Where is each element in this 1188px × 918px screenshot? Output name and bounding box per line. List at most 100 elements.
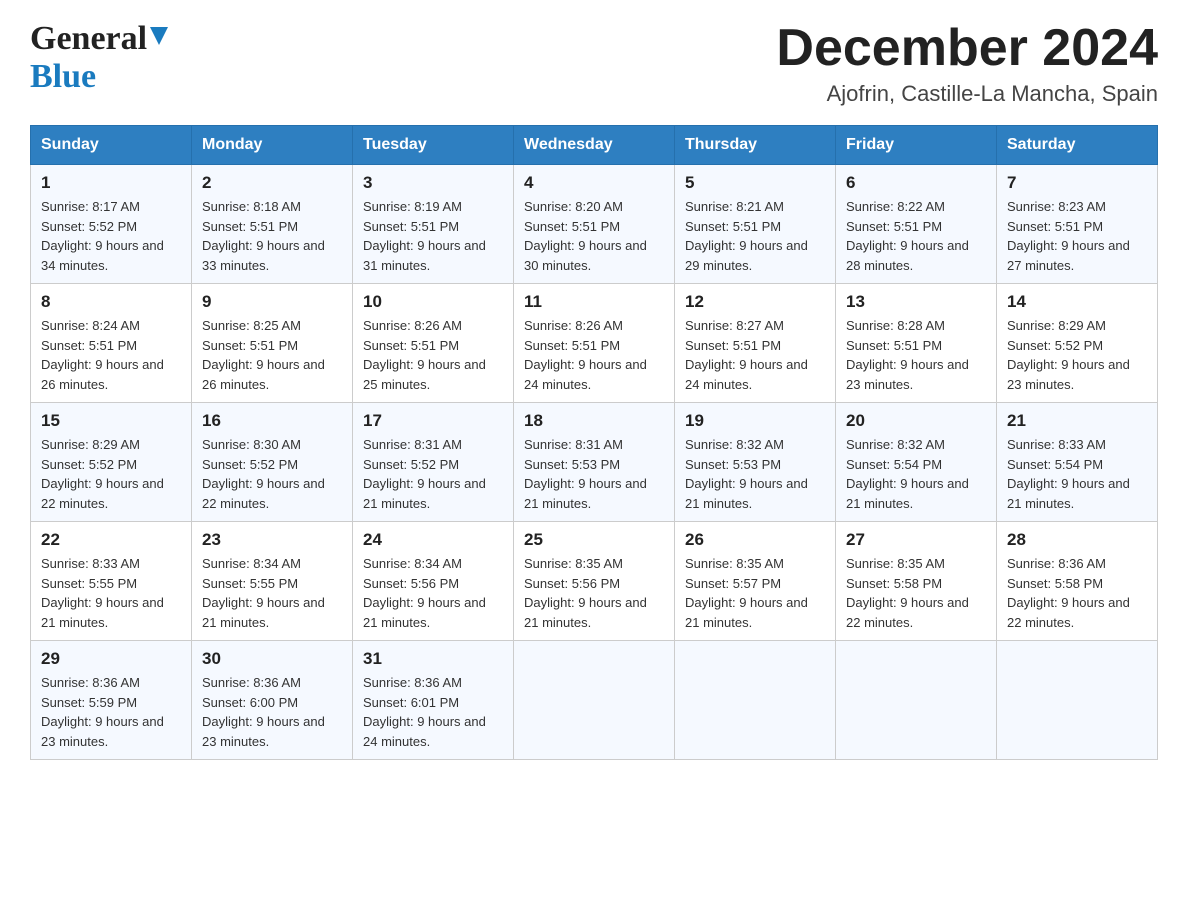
calendar-cell: 27 Sunrise: 8:35 AMSunset: 5:58 PMDaylig… xyxy=(836,522,997,641)
day-info: Sunrise: 8:36 AMSunset: 5:59 PMDaylight:… xyxy=(41,675,164,749)
day-info: Sunrise: 8:36 AMSunset: 6:00 PMDaylight:… xyxy=(202,675,325,749)
day-info: Sunrise: 8:28 AMSunset: 5:51 PMDaylight:… xyxy=(846,318,969,392)
day-info: Sunrise: 8:18 AMSunset: 5:51 PMDaylight:… xyxy=(202,199,325,273)
day-info: Sunrise: 8:25 AMSunset: 5:51 PMDaylight:… xyxy=(202,318,325,392)
day-number: 29 xyxy=(41,649,181,669)
day-number: 6 xyxy=(846,173,986,193)
calendar-week-row: 22 Sunrise: 8:33 AMSunset: 5:55 PMDaylig… xyxy=(31,522,1158,641)
day-number: 26 xyxy=(685,530,825,550)
calendar-cell: 31 Sunrise: 8:36 AMSunset: 6:01 PMDaylig… xyxy=(353,641,514,760)
day-info: Sunrise: 8:17 AMSunset: 5:52 PMDaylight:… xyxy=(41,199,164,273)
calendar-cell: 5 Sunrise: 8:21 AMSunset: 5:51 PMDayligh… xyxy=(675,165,836,284)
month-title: December 2024 xyxy=(776,20,1158,77)
day-info: Sunrise: 8:33 AMSunset: 5:54 PMDaylight:… xyxy=(1007,437,1130,511)
day-number: 30 xyxy=(202,649,342,669)
calendar-week-row: 1 Sunrise: 8:17 AMSunset: 5:52 PMDayligh… xyxy=(31,165,1158,284)
day-number: 24 xyxy=(363,530,503,550)
day-number: 23 xyxy=(202,530,342,550)
calendar-table: SundayMondayTuesdayWednesdayThursdayFrid… xyxy=(30,125,1158,760)
day-number: 12 xyxy=(685,292,825,312)
calendar-week-row: 8 Sunrise: 8:24 AMSunset: 5:51 PMDayligh… xyxy=(31,284,1158,403)
day-info: Sunrise: 8:34 AMSunset: 5:55 PMDaylight:… xyxy=(202,556,325,630)
day-number: 15 xyxy=(41,411,181,431)
weekday-header-row: SundayMondayTuesdayWednesdayThursdayFrid… xyxy=(31,126,1158,165)
calendar-cell: 12 Sunrise: 8:27 AMSunset: 5:51 PMDaylig… xyxy=(675,284,836,403)
calendar-cell: 24 Sunrise: 8:34 AMSunset: 5:56 PMDaylig… xyxy=(353,522,514,641)
day-number: 21 xyxy=(1007,411,1147,431)
calendar-cell: 6 Sunrise: 8:22 AMSunset: 5:51 PMDayligh… xyxy=(836,165,997,284)
day-info: Sunrise: 8:35 AMSunset: 5:56 PMDaylight:… xyxy=(524,556,647,630)
calendar-cell: 15 Sunrise: 8:29 AMSunset: 5:52 PMDaylig… xyxy=(31,403,192,522)
day-info: Sunrise: 8:26 AMSunset: 5:51 PMDaylight:… xyxy=(363,318,486,392)
weekday-header-saturday: Saturday xyxy=(997,126,1158,165)
calendar-cell: 1 Sunrise: 8:17 AMSunset: 5:52 PMDayligh… xyxy=(31,165,192,284)
day-number: 16 xyxy=(202,411,342,431)
day-info: Sunrise: 8:35 AMSunset: 5:58 PMDaylight:… xyxy=(846,556,969,630)
day-info: Sunrise: 8:20 AMSunset: 5:51 PMDaylight:… xyxy=(524,199,647,273)
day-number: 13 xyxy=(846,292,986,312)
day-info: Sunrise: 8:32 AMSunset: 5:53 PMDaylight:… xyxy=(685,437,808,511)
calendar-cell: 29 Sunrise: 8:36 AMSunset: 5:59 PMDaylig… xyxy=(31,641,192,760)
day-number: 19 xyxy=(685,411,825,431)
calendar-cell: 10 Sunrise: 8:26 AMSunset: 5:51 PMDaylig… xyxy=(353,284,514,403)
day-info: Sunrise: 8:24 AMSunset: 5:51 PMDaylight:… xyxy=(41,318,164,392)
calendar-cell: 4 Sunrise: 8:20 AMSunset: 5:51 PMDayligh… xyxy=(514,165,675,284)
weekday-header-friday: Friday xyxy=(836,126,997,165)
day-number: 9 xyxy=(202,292,342,312)
day-info: Sunrise: 8:31 AMSunset: 5:53 PMDaylight:… xyxy=(524,437,647,511)
calendar-cell: 17 Sunrise: 8:31 AMSunset: 5:52 PMDaylig… xyxy=(353,403,514,522)
day-number: 2 xyxy=(202,173,342,193)
calendar-cell: 8 Sunrise: 8:24 AMSunset: 5:51 PMDayligh… xyxy=(31,284,192,403)
day-info: Sunrise: 8:31 AMSunset: 5:52 PMDaylight:… xyxy=(363,437,486,511)
calendar-cell: 13 Sunrise: 8:28 AMSunset: 5:51 PMDaylig… xyxy=(836,284,997,403)
day-info: Sunrise: 8:34 AMSunset: 5:56 PMDaylight:… xyxy=(363,556,486,630)
day-info: Sunrise: 8:30 AMSunset: 5:52 PMDaylight:… xyxy=(202,437,325,511)
day-number: 14 xyxy=(1007,292,1147,312)
day-info: Sunrise: 8:33 AMSunset: 5:55 PMDaylight:… xyxy=(41,556,164,630)
calendar-cell: 20 Sunrise: 8:32 AMSunset: 5:54 PMDaylig… xyxy=(836,403,997,522)
day-number: 11 xyxy=(524,292,664,312)
day-info: Sunrise: 8:36 AMSunset: 6:01 PMDaylight:… xyxy=(363,675,486,749)
calendar-cell: 14 Sunrise: 8:29 AMSunset: 5:52 PMDaylig… xyxy=(997,284,1158,403)
calendar-cell xyxy=(836,641,997,760)
calendar-cell: 19 Sunrise: 8:32 AMSunset: 5:53 PMDaylig… xyxy=(675,403,836,522)
location-title: Ajofrin, Castille-La Mancha, Spain xyxy=(776,81,1158,107)
calendar-cell: 23 Sunrise: 8:34 AMSunset: 5:55 PMDaylig… xyxy=(192,522,353,641)
calendar-cell: 18 Sunrise: 8:31 AMSunset: 5:53 PMDaylig… xyxy=(514,403,675,522)
title-area: December 2024 Ajofrin, Castille-La Manch… xyxy=(776,20,1158,107)
logo-general-text: General xyxy=(30,20,147,58)
day-info: Sunrise: 8:29 AMSunset: 5:52 PMDaylight:… xyxy=(1007,318,1130,392)
calendar-cell: 28 Sunrise: 8:36 AMSunset: 5:58 PMDaylig… xyxy=(997,522,1158,641)
day-info: Sunrise: 8:26 AMSunset: 5:51 PMDaylight:… xyxy=(524,318,647,392)
calendar-cell: 22 Sunrise: 8:33 AMSunset: 5:55 PMDaylig… xyxy=(31,522,192,641)
calendar-cell xyxy=(997,641,1158,760)
day-number: 31 xyxy=(363,649,503,669)
calendar-cell: 11 Sunrise: 8:26 AMSunset: 5:51 PMDaylig… xyxy=(514,284,675,403)
day-number: 7 xyxy=(1007,173,1147,193)
day-info: Sunrise: 8:36 AMSunset: 5:58 PMDaylight:… xyxy=(1007,556,1130,630)
calendar-cell: 16 Sunrise: 8:30 AMSunset: 5:52 PMDaylig… xyxy=(192,403,353,522)
day-number: 3 xyxy=(363,173,503,193)
calendar-week-row: 29 Sunrise: 8:36 AMSunset: 5:59 PMDaylig… xyxy=(31,641,1158,760)
calendar-cell: 2 Sunrise: 8:18 AMSunset: 5:51 PMDayligh… xyxy=(192,165,353,284)
weekday-header-thursday: Thursday xyxy=(675,126,836,165)
day-info: Sunrise: 8:19 AMSunset: 5:51 PMDaylight:… xyxy=(363,199,486,273)
day-info: Sunrise: 8:32 AMSunset: 5:54 PMDaylight:… xyxy=(846,437,969,511)
day-number: 10 xyxy=(363,292,503,312)
weekday-header-monday: Monday xyxy=(192,126,353,165)
day-number: 5 xyxy=(685,173,825,193)
calendar-cell: 25 Sunrise: 8:35 AMSunset: 5:56 PMDaylig… xyxy=(514,522,675,641)
day-info: Sunrise: 8:23 AMSunset: 5:51 PMDaylight:… xyxy=(1007,199,1130,273)
day-info: Sunrise: 8:29 AMSunset: 5:52 PMDaylight:… xyxy=(41,437,164,511)
calendar-cell: 21 Sunrise: 8:33 AMSunset: 5:54 PMDaylig… xyxy=(997,403,1158,522)
weekday-header-tuesday: Tuesday xyxy=(353,126,514,165)
day-number: 20 xyxy=(846,411,986,431)
day-number: 27 xyxy=(846,530,986,550)
weekday-header-wednesday: Wednesday xyxy=(514,126,675,165)
calendar-cell: 7 Sunrise: 8:23 AMSunset: 5:51 PMDayligh… xyxy=(997,165,1158,284)
calendar-cell: 9 Sunrise: 8:25 AMSunset: 5:51 PMDayligh… xyxy=(192,284,353,403)
calendar-week-row: 15 Sunrise: 8:29 AMSunset: 5:52 PMDaylig… xyxy=(31,403,1158,522)
day-number: 4 xyxy=(524,173,664,193)
day-info: Sunrise: 8:35 AMSunset: 5:57 PMDaylight:… xyxy=(685,556,808,630)
day-number: 8 xyxy=(41,292,181,312)
